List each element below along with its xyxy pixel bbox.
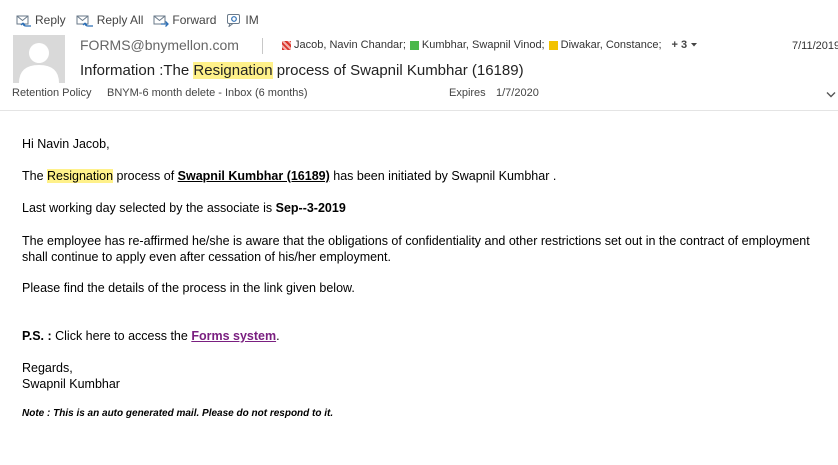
forward-button[interactable]: Forward	[153, 13, 216, 27]
forward-icon	[153, 15, 170, 27]
body-text: process of	[113, 169, 178, 183]
paragraph: The Resignation process of Swapnil Kumbh…	[22, 169, 556, 183]
recipient-status-swatch	[282, 40, 291, 50]
paragraph: The employee has re-affirmed he/she is a…	[22, 234, 810, 264]
recipient-item[interactable]: Jacob, Navin Chandar;	[282, 39, 406, 51]
auto-generated-note: Note : This is an auto generated mail. P…	[22, 408, 334, 419]
last-working-day: Sep--3-2019	[275, 201, 346, 215]
recipient-status-swatch	[548, 40, 558, 50]
expires-value: 1/7/2020	[496, 87, 539, 99]
subject-text: Information :The	[80, 62, 194, 79]
reply-label: Reply	[35, 13, 66, 27]
chevron-down-icon[interactable]	[826, 91, 836, 99]
message-toolbar: Reply Reply All Forward IM	[16, 10, 269, 30]
recipient-name: Jacob, Navin Chandar;	[294, 39, 406, 51]
body-text: The	[22, 169, 48, 183]
paragraph: Please find the details of the process i…	[22, 281, 355, 295]
forms-system-link[interactable]: Forms system	[191, 329, 276, 343]
retention-policy-value: BNYM-6 month delete - Inbox (6 months)	[107, 87, 308, 99]
sent-date: 7/11/2019	[792, 40, 838, 52]
signature: Swapnil Kumbhar	[22, 377, 120, 391]
retention-policy-label: Retention Policy	[12, 87, 92, 99]
person-icon	[19, 43, 59, 83]
forward-label: Forward	[172, 13, 217, 27]
regards: Regards,	[22, 361, 73, 375]
subject-highlight: Resignation	[193, 62, 273, 79]
subject-text: process of Swapnil Kumbhar (16189)	[272, 62, 524, 79]
reply-all-icon	[76, 15, 93, 27]
reply-all-button[interactable]: Reply All	[76, 13, 144, 27]
body-highlight: Resignation	[47, 169, 114, 183]
reply-all-label: Reply All	[96, 13, 144, 27]
im-button[interactable]: IM	[226, 13, 259, 27]
reply-icon	[16, 15, 31, 27]
email-subject: Information :The Resignation process of …	[80, 62, 524, 79]
body-text: has been initiated by Swapnil Kumbhar .	[329, 169, 557, 183]
avatar	[13, 35, 65, 83]
header-divider	[0, 110, 838, 111]
expires-label: Expires	[449, 87, 486, 99]
reply-button[interactable]: Reply	[16, 13, 66, 27]
caret-down-icon	[691, 43, 698, 47]
body-text: Last working day selected by the associa…	[22, 201, 276, 215]
recipient-status-swatch	[409, 40, 419, 50]
recipient-item[interactable]: Diwakar, Constance;	[548, 39, 662, 51]
ps-label: P.S. :	[22, 329, 52, 343]
associate-name: Swapnil Kumbhar (16189)	[177, 169, 330, 183]
greeting: Hi Navin Jacob,	[22, 137, 110, 151]
sender-address[interactable]: FORMS@bnymellon.com	[80, 37, 239, 53]
ps-line: P.S. : Click here to access the Forms sy…	[22, 329, 280, 343]
more-recipients-label: + 3	[671, 39, 688, 51]
recipient-list: Jacob, Navin Chandar; Kumbhar, Swapnil V…	[282, 39, 698, 51]
more-recipients-button[interactable]: + 3	[672, 39, 699, 51]
recipient-name: Diwakar, Constance;	[560, 39, 662, 51]
body-text: .	[276, 329, 280, 343]
recipient-item[interactable]: Kumbhar, Swapnil Vinod;	[409, 39, 545, 51]
im-label: IM	[245, 13, 259, 27]
recipient-name: Kumbhar, Swapnil Vinod;	[421, 39, 545, 51]
body-text: Click here to access the	[51, 329, 192, 343]
header-separator	[262, 38, 263, 54]
paragraph: Last working day selected by the associa…	[22, 201, 346, 215]
im-icon	[227, 14, 241, 27]
